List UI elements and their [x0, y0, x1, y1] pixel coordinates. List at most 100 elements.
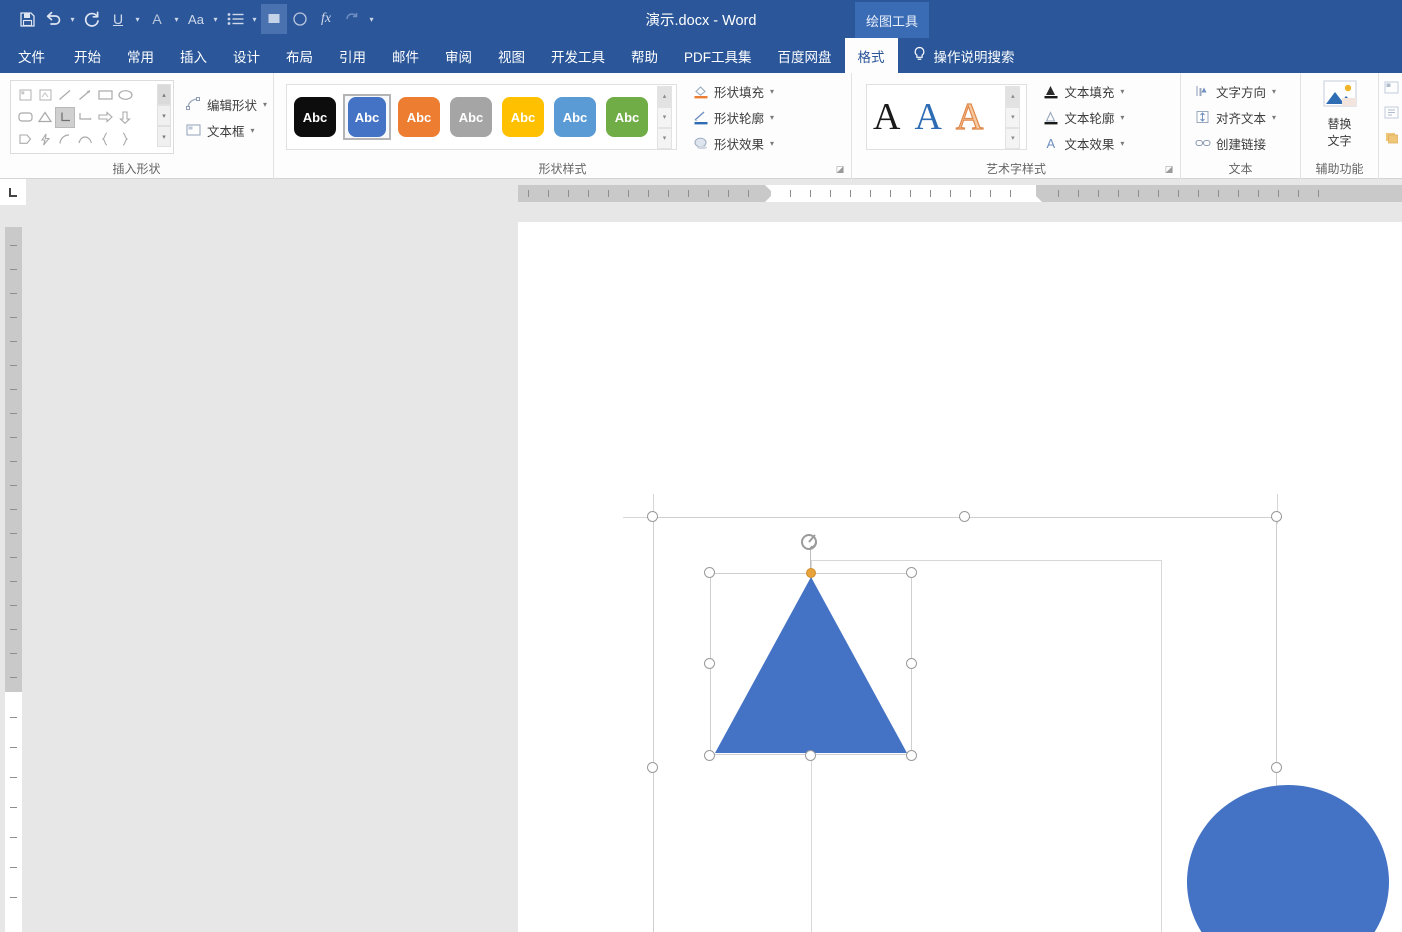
bullet-list-icon[interactable] — [222, 4, 248, 34]
document-page[interactable] — [518, 222, 1402, 932]
text-fill-caret-icon[interactable]: ▾ — [1120, 87, 1124, 96]
text-fill-button[interactable]: 文本填充 ▾ — [1037, 79, 1129, 103]
right-indent-marker[interactable] — [1030, 196, 1042, 202]
bullet-list-dropdown-icon[interactable]: ▾ — [248, 4, 261, 34]
shape-rectangle-icon[interactable] — [95, 85, 115, 106]
shape-style-gold[interactable]: Abc — [499, 94, 547, 140]
shape-style-green[interactable]: Abc — [603, 94, 651, 140]
repeat-icon[interactable] — [339, 4, 365, 34]
horizontal-ruler[interactable] — [518, 185, 1402, 202]
bring-forward-icon[interactable] — [1384, 131, 1399, 149]
rotate-icon[interactable] — [796, 531, 824, 555]
triangle-handle-bottom-center[interactable] — [805, 750, 816, 761]
shape-style-gray[interactable]: Abc — [447, 94, 495, 140]
shape-down-arrow-icon[interactable] — [115, 107, 135, 128]
shape-right-angle-icon[interactable] — [55, 106, 75, 128]
wordart-style-black[interactable]: A — [873, 97, 900, 137]
alt-text-button[interactable]: 替换 文字 — [1309, 73, 1371, 157]
shape-styles-scroll-down-button[interactable]: ▾ — [657, 106, 672, 128]
ribbon-tab-layout[interactable]: 布局 — [273, 38, 326, 73]
canvas-handle-top-center[interactable] — [959, 511, 970, 522]
tell-me-search[interactable]: 操作说明搜索 — [898, 38, 1025, 73]
ribbon-tab-baidu-netdisk[interactable]: 百度网盘 — [765, 38, 845, 73]
ribbon-tab-file[interactable]: 文件 — [0, 38, 61, 73]
ribbon-tab-help[interactable]: 帮助 — [618, 38, 671, 73]
shapes-scroll-up-button[interactable]: ▴ — [157, 84, 171, 105]
shape-styles-gallery[interactable]: Abc Abc Abc Abc Abc Abc Abc ▴ ▾ ▾ — [286, 84, 677, 150]
ribbon-tab-mailings[interactable]: 邮件 — [379, 38, 432, 73]
ribbon-tab-developer[interactable]: 开发工具 — [538, 38, 618, 73]
ribbon-tab-view[interactable]: 视图 — [485, 38, 538, 73]
wordart-style-blue[interactable]: A — [914, 97, 941, 137]
ribbon-tab-review[interactable]: 审阅 — [432, 38, 485, 73]
tab-stop-left-icon[interactable] — [0, 179, 26, 205]
shapes-scroll-down-button[interactable]: ▾ — [157, 105, 171, 126]
shapes-more-button[interactable]: ▾ — [157, 126, 171, 147]
shapes-gallery[interactable]: ▴ ▾ ▾ — [10, 80, 174, 154]
shape-line-arrow-icon[interactable] — [75, 85, 95, 106]
wordart-dialog-launcher[interactable]: ◪ — [1164, 165, 1174, 175]
text-direction-caret-icon[interactable]: ▾ — [1272, 87, 1276, 96]
triangle-handle-middle-right[interactable] — [906, 658, 917, 669]
text-outline-caret-icon[interactable]: ▾ — [1120, 113, 1124, 122]
shape-effects-button[interactable]: 形状效果 ▾ — [687, 131, 779, 155]
text-effects-caret-icon[interactable]: ▾ — [1120, 139, 1124, 148]
text-direction-button[interactable]: 文字方向 ▾ — [1189, 79, 1281, 103]
underline-icon[interactable]: U — [105, 4, 131, 34]
wordart-more-button[interactable]: ▾ — [1005, 127, 1021, 149]
hanging-indent-marker[interactable] — [765, 196, 777, 202]
ribbon-tab-format[interactable]: 格式 — [844, 38, 898, 73]
shape-arc-icon[interactable] — [55, 129, 75, 150]
shape-styles-more-button[interactable]: ▾ — [657, 127, 672, 149]
undo-icon[interactable] — [40, 4, 66, 34]
equation-icon[interactable]: fx — [313, 4, 339, 34]
shape-recent-1-icon[interactable] — [15, 85, 35, 106]
font-color-dropdown-icon[interactable]: ▾ — [170, 4, 183, 34]
triangle-shape[interactable] — [704, 534, 917, 761]
triangle-handle-top-right[interactable] — [906, 567, 917, 578]
wordart-styles-gallery[interactable]: A A A ▴ ▾ ▾ — [866, 84, 1028, 150]
shape-pentagon-icon[interactable] — [15, 129, 35, 150]
text-box-caret-icon[interactable]: ▾ — [251, 126, 255, 135]
text-effects-button[interactable]: A 文本效果 ▾ — [1037, 131, 1129, 155]
shape-fill-caret-icon[interactable]: ▾ — [770, 87, 774, 96]
shape-fill-button[interactable]: 形状填充 ▾ — [687, 79, 779, 103]
customize-qat-icon[interactable]: ▾ — [365, 4, 378, 34]
shape-styles-dialog-launcher[interactable]: ◪ — [835, 165, 845, 175]
ribbon-tab-pdf-tools[interactable]: PDF工具集 — [671, 38, 765, 73]
shape-line-icon[interactable] — [55, 85, 75, 106]
shape-style-blue[interactable]: Abc — [343, 94, 391, 140]
wrap-text-icon[interactable] — [1384, 106, 1399, 124]
position-icon[interactable] — [1384, 81, 1399, 99]
drawing-canvas[interactable] — [647, 511, 1389, 932]
undo-dropdown-icon[interactable]: ▾ — [66, 4, 79, 34]
shape-circle-icon[interactable] — [287, 4, 313, 34]
wordart-scroll-down-button[interactable]: ▾ — [1005, 106, 1021, 128]
shape-lightning-icon[interactable] — [35, 129, 55, 150]
shape-style-lightblue[interactable]: Abc — [551, 94, 599, 140]
shape-outline-caret-icon[interactable]: ▾ — [770, 113, 774, 122]
shape-rounded-rectangle-icon[interactable] — [15, 107, 35, 128]
shape-curve-icon[interactable] — [75, 129, 95, 150]
align-text-caret-icon[interactable]: ▾ — [1272, 113, 1276, 122]
triangle-handle-bottom-right[interactable] — [906, 750, 917, 761]
ribbon-tab-design[interactable]: 设计 — [220, 38, 273, 73]
triangle-handle-top-left[interactable] — [704, 567, 715, 578]
canvas-handle-middle-right[interactable] — [1271, 762, 1282, 773]
underline-dropdown-icon[interactable]: ▾ — [131, 4, 144, 34]
change-case-icon[interactable]: Aa — [183, 4, 209, 34]
text-outline-button[interactable]: 文本轮廓 ▾ — [1037, 105, 1129, 129]
shape-triangle-icon[interactable] — [35, 107, 55, 128]
shape-elbow-connector-icon[interactable] — [75, 107, 95, 128]
shape-effects-caret-icon[interactable]: ▾ — [770, 139, 774, 148]
triangle-handle-bottom-left[interactable] — [704, 750, 715, 761]
create-link-button[interactable]: 创建链接 — [1189, 131, 1281, 155]
canvas-handle-top-right[interactable] — [1271, 511, 1282, 522]
wordart-scroll-up-button[interactable]: ▴ — [1005, 85, 1021, 107]
canvas-handle-top-left[interactable] — [647, 511, 658, 522]
shape-right-arrow-icon[interactable] — [95, 107, 115, 128]
shape-outline-button[interactable]: 形状轮廓 ▾ — [687, 105, 779, 129]
wordart-style-orange[interactable]: A — [955, 96, 984, 137]
shape-oval-icon[interactable] — [115, 85, 135, 106]
text-box-button[interactable]: 文本框 ▾ — [180, 118, 272, 142]
